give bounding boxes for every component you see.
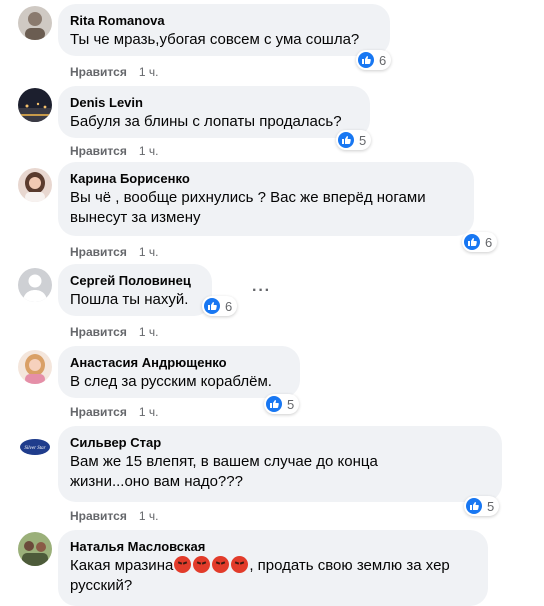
comment-bubble: Анастасия Андрющенко В след за русским к… <box>58 346 300 398</box>
avatar[interactable] <box>18 532 52 566</box>
timestamp[interactable]: 1 ч. <box>139 144 159 158</box>
like-reaction-icon <box>358 52 374 68</box>
comment-actions: Нравится 1 ч. <box>70 508 158 524</box>
timestamp[interactable]: 1 ч. <box>139 509 159 523</box>
comment-actions: Нравится 1 ч. <box>70 404 158 420</box>
commenter-name[interactable]: Сергей Половинец <box>70 272 200 289</box>
comment-actions: Нравится 1 ч. <box>70 244 158 260</box>
svg-text:Silver Star: Silver Star <box>24 446 45 451</box>
comment-bubble: Сильвер Стар Вам же 15 влепят, в вашем с… <box>58 426 502 502</box>
comment-text: Ты че мразь,убогая совсем с ума сошла? <box>70 31 360 48</box>
comment-text: Пошла ты нахуй. <box>70 291 189 308</box>
commenter-name[interactable]: Denis Levin <box>70 94 358 111</box>
comment-text: Какая мразина, продать свою землю за хер… <box>70 556 476 596</box>
comment-text: Вам же 15 влепят, в вашем случае до конц… <box>70 453 378 490</box>
like-button[interactable]: Нравится <box>70 65 127 79</box>
like-reaction-icon <box>338 132 354 148</box>
comment-actions: Нравится 1 ч. <box>70 143 158 159</box>
like-button[interactable]: Нравится <box>70 144 127 158</box>
comment-bubble: Denis Levin Бабуля за блины с лопаты про… <box>58 86 370 138</box>
angry-face-emoji-icon <box>174 556 192 573</box>
angry-face-emoji-icon <box>193 556 211 573</box>
like-reaction-icon <box>266 396 282 412</box>
comment-text: Бабуля за блины с лопаты продалась? <box>70 113 342 130</box>
reaction-count[interactable]: 5 <box>464 496 500 516</box>
comment-actions: Нравится 1 ч. <box>70 324 158 340</box>
reaction-count[interactable]: 6 <box>356 50 392 70</box>
reaction-number: 5 <box>359 132 367 148</box>
like-button[interactable]: Нравится <box>70 245 127 259</box>
avatar[interactable] <box>18 268 52 302</box>
reaction-number: 6 <box>379 52 387 68</box>
like-button[interactable]: Нравится <box>70 325 127 339</box>
reaction-number: 5 <box>487 498 495 514</box>
angry-face-emoji-icon <box>231 556 249 573</box>
avatar[interactable] <box>18 350 52 384</box>
reaction-number: 5 <box>287 396 295 412</box>
timestamp[interactable]: 1 ч. <box>139 245 159 259</box>
reaction-number: 6 <box>485 234 493 250</box>
timestamp[interactable]: 1 ч. <box>139 405 159 419</box>
comment-text: В след за русским кораблём. <box>70 373 272 390</box>
timestamp[interactable]: 1 ч. <box>139 65 159 79</box>
reaction-number: 6 <box>225 298 233 314</box>
comment-text-part: Какая мразина <box>70 557 174 574</box>
avatar[interactable] <box>18 168 52 202</box>
reaction-count[interactable]: 6 <box>202 296 238 316</box>
like-reaction-icon <box>204 298 220 314</box>
avatar[interactable] <box>18 88 52 122</box>
commenter-name[interactable]: Сильвер Стар <box>70 434 490 451</box>
like-reaction-icon <box>466 498 482 514</box>
commenter-name[interactable]: Наталья Масловская <box>70 538 476 555</box>
angry-face-emoji-icon <box>212 556 230 573</box>
comment-bubble: Сергей Половинец Пошла ты нахуй. <box>58 264 212 316</box>
comment-text: Вы чё , вообще рихнулись ? Вас же вперёд… <box>70 189 426 226</box>
reaction-count[interactable]: 5 <box>336 130 372 150</box>
comment-bubble: Карина Борисенко Вы чё , вообще рихнулис… <box>58 162 474 236</box>
commenter-name[interactable]: Анастасия Андрющенко <box>70 354 288 371</box>
avatar[interactable]: Silver Star <box>18 430 52 464</box>
comment-bubble: Наталья Масловская Какая мразина, продат… <box>58 530 488 606</box>
like-button[interactable]: Нравится <box>70 509 127 523</box>
commenter-name[interactable]: Rita Romanova <box>70 12 378 29</box>
timestamp[interactable]: 1 ч. <box>139 325 159 339</box>
more-options-icon[interactable]: ··· <box>252 282 271 300</box>
like-reaction-icon <box>464 234 480 250</box>
comment-bubble: Rita Romanova Ты че мразь,убогая совсем … <box>58 4 390 56</box>
reaction-count[interactable]: 5 <box>264 394 300 414</box>
reaction-count[interactable]: 6 <box>462 232 498 252</box>
commenter-name[interactable]: Карина Борисенко <box>70 170 462 187</box>
comment-actions: Нравится 1 ч. <box>70 64 158 80</box>
like-button[interactable]: Нравится <box>70 405 127 419</box>
avatar[interactable] <box>18 6 52 40</box>
